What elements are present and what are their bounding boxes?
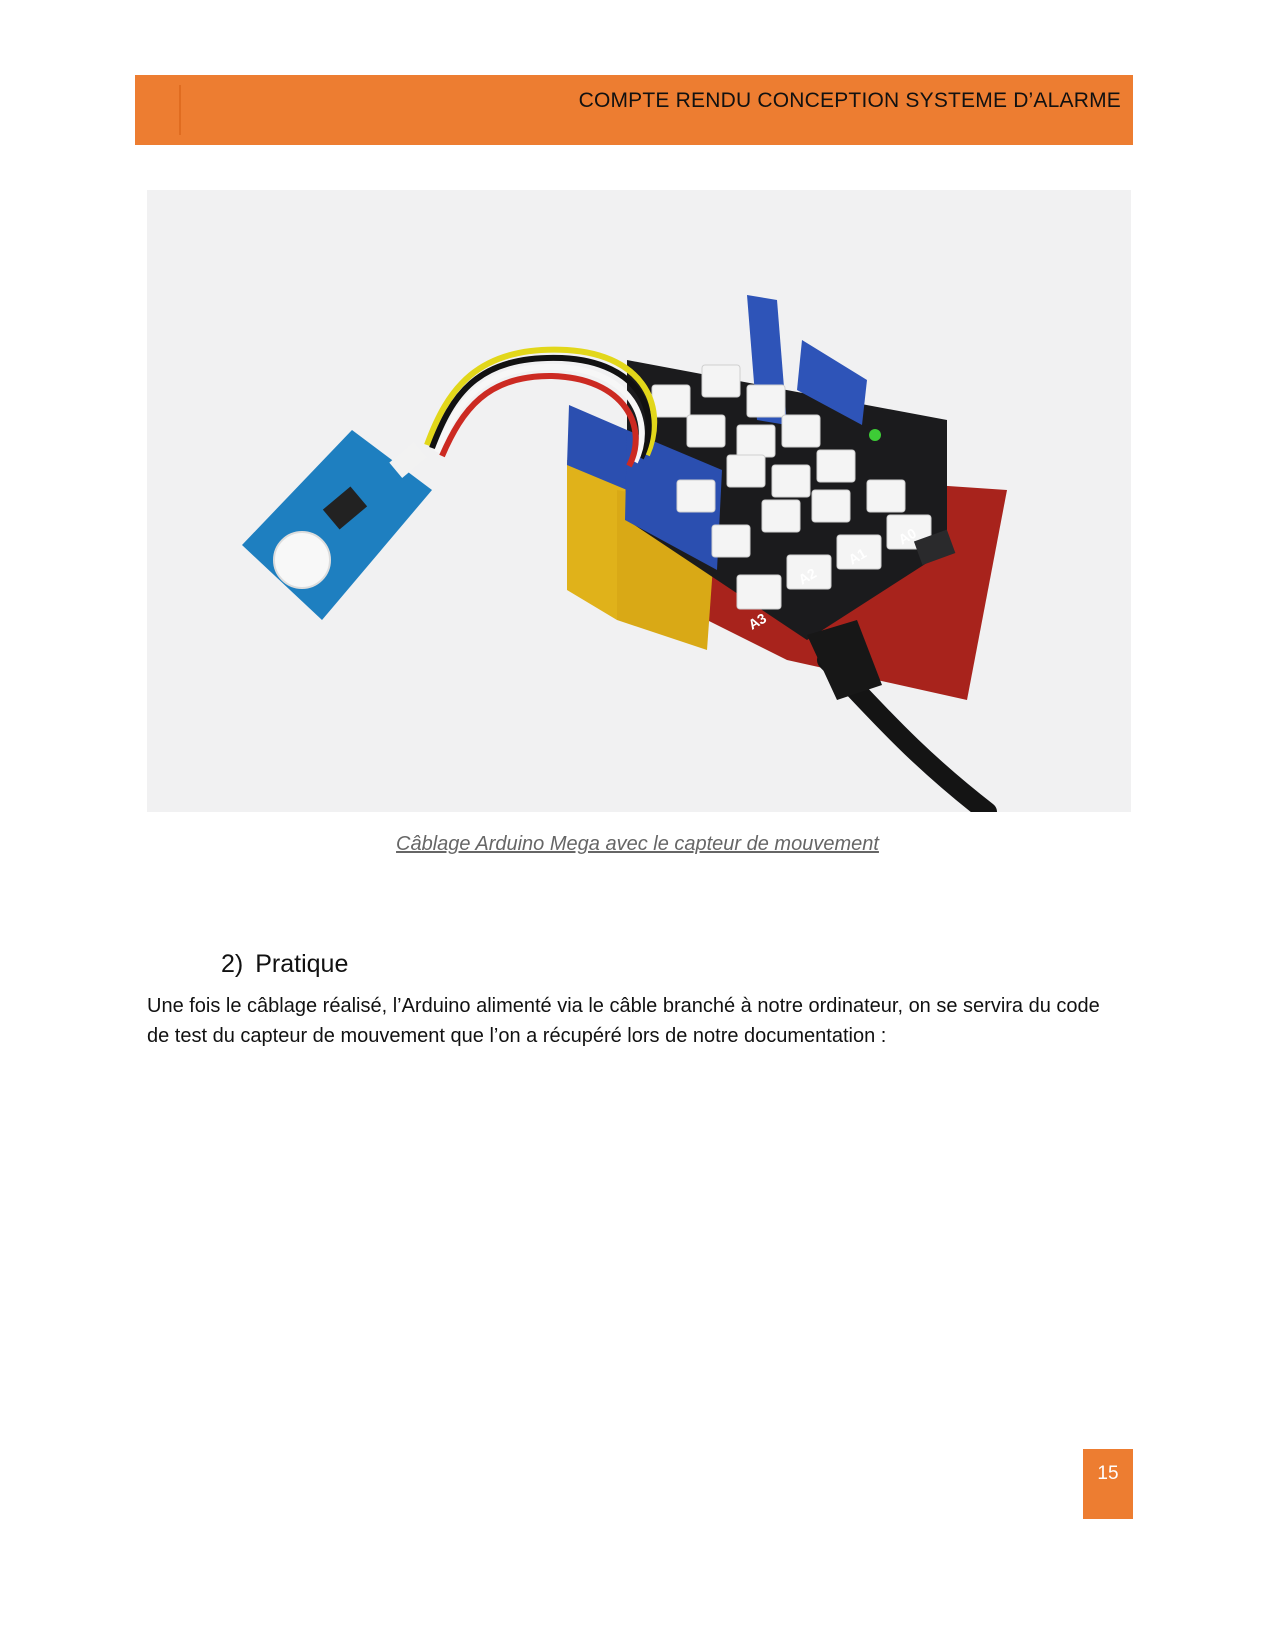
document-title: COMPTE RENDU CONCEPTION SYSTEME D’ALARME <box>578 89 1121 112</box>
section-heading: 2) Pratique <box>221 950 348 979</box>
figure-caption: Câblage Arduino Mega avec le capteur de … <box>396 833 879 855</box>
section-number: 2) <box>221 950 244 978</box>
page-number: 15 <box>1083 1449 1133 1519</box>
section-title: Pratique <box>255 950 349 978</box>
header-band: COMPTE RENDU CONCEPTION SYSTEME D’ALARME <box>135 75 1133 145</box>
header-stripe <box>179 85 181 135</box>
body-paragraph: Une fois le câblage réalisé, l’Arduino a… <box>147 995 1100 1047</box>
arduino-wiring-photo: A0 A1 A2 A3 <box>147 190 1131 812</box>
